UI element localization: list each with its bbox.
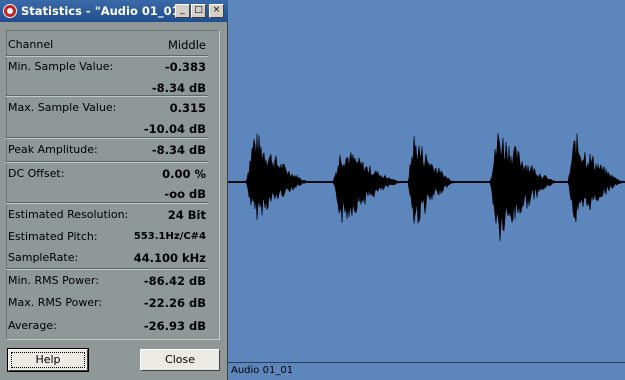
pitch-value: 553.1Hz/C#4 [133,231,206,242]
peak-amplitude-value: -8.34 dB [151,143,206,157]
average-value: -26.93 dB [143,319,206,333]
min-sample-label: Min. Sample Value: [8,60,114,73]
max-sample-db-row: -10.04 dB [8,119,206,139]
waveform-editor[interactable]: Audio 01_01 [228,0,625,380]
average-label: Average: [8,319,57,332]
close-button[interactable]: Close [140,349,220,371]
dc-offset-db-row: -oo dB [8,184,206,204]
min-rms-value: -86.42 dB [143,274,206,288]
window-title: Statistics - "Audio 01_01" [21,4,186,18]
waveform-shape [228,133,625,242]
window-controls: _ □ × [175,4,224,18]
dc-offset-label: DC Offset: [8,167,65,180]
max-sample-value: 0.315 [169,101,206,115]
help-button[interactable]: Help [8,349,88,371]
pitch-row: Estimated Pitch: 553.1Hz/C#4 [8,227,206,247]
statistics-window: Statistics - "Audio 01_01" _ □ × Channel… [0,0,228,380]
samplerate-value: 44.100 kHz [133,251,206,265]
min-rms-label: Min. RMS Power: [8,274,99,287]
max-sample-row: Max. Sample Value: 0.315 [8,98,206,118]
pitch-label: Estimated Pitch: [8,230,98,243]
min-rms-row: Min. RMS Power: -86.42 dB [8,271,206,291]
min-sample-db: -8.34 dB [151,81,206,95]
close-window-button[interactable]: × [209,4,224,18]
resolution-value: 24 Bit [167,208,206,222]
average-row: Average: -26.93 dB [8,316,206,336]
resolution-label: Estimated Resolution: [8,208,129,221]
max-sample-label: Max. Sample Value: [8,101,117,114]
max-rms-value: -22.26 dB [143,296,206,310]
max-sample-db: -10.04 dB [143,122,206,136]
channel-value: Middle [168,38,206,52]
channel-label: Channel [8,38,54,51]
dc-offset-value: 0.00 % [162,167,206,181]
divider [6,95,208,97]
divider [6,161,208,163]
max-rms-row: Max. RMS Power: -22.26 dB [8,293,206,313]
peak-amplitude-row: Peak Amplitude: -8.34 dB [8,140,206,160]
samplerate-label: SampleRate: [8,251,79,264]
maximize-button[interactable]: □ [191,4,206,18]
resolution-row: Estimated Resolution: 24 Bit [8,205,206,225]
waveform-display[interactable] [228,0,625,362]
clip-footer: Audio 01_01 [228,362,625,380]
title-bar[interactable]: Statistics - "Audio 01_01" _ □ × [0,0,228,22]
channel-row: Channel Middle [8,35,206,55]
min-sample-value: -0.383 [164,60,206,74]
dc-offset-row: DC Offset: 0.00 % [8,164,206,184]
peak-amplitude-label: Peak Amplitude: [8,143,98,156]
max-rms-label: Max. RMS Power: [8,296,103,309]
divider [6,202,208,204]
clip-name-label: Audio 01_01 [231,365,294,376]
divider [6,268,208,270]
divider [6,137,208,139]
cubase-app-icon [3,4,17,18]
samplerate-row: SampleRate: 44.100 kHz [8,248,206,268]
min-sample-row: Min. Sample Value: -0.383 [8,57,206,77]
minimize-button[interactable]: _ [175,4,190,18]
dc-offset-db: -oo dB [164,187,206,201]
